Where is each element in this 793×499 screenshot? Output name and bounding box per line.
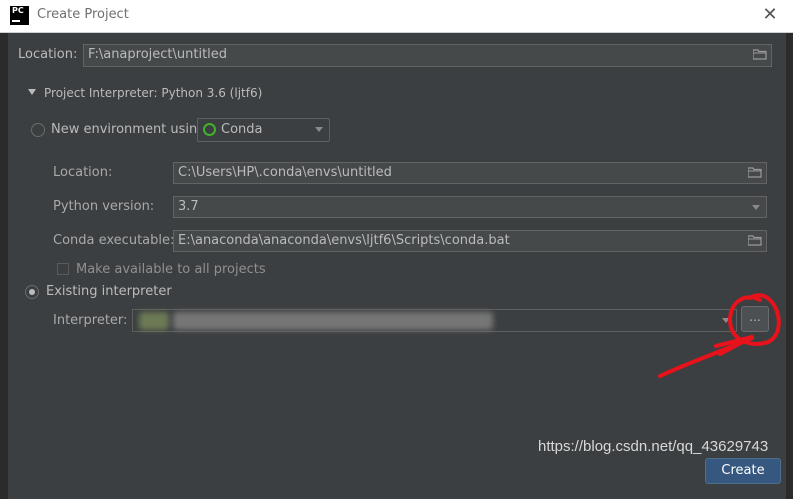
editor-glyph: [0, 313, 6, 319]
section-expand-icon[interactable]: [28, 89, 36, 95]
redacted-interpreter-icon: [139, 312, 169, 330]
conda-executable-field[interactable]: E:\anaconda\anaconda\envs\ljtf6\Scripts\…: [173, 230, 767, 252]
background-editor-strip: [0, 33, 8, 499]
conda-icon: [203, 123, 216, 136]
env-location-field[interactable]: C:\Users\HP\.conda\envs\untitled: [173, 162, 767, 184]
chevron-down-icon: [315, 127, 323, 132]
browse-interpreter-button[interactable]: ...: [741, 306, 769, 332]
folder-icon[interactable]: [748, 167, 762, 178]
existing-interpreter-label[interactable]: Existing interpreter: [46, 284, 172, 299]
new-environment-radio[interactable]: [31, 123, 45, 137]
interpreter-select[interactable]: [132, 309, 737, 332]
python-version-select[interactable]: 3.7: [173, 196, 767, 218]
folder-icon[interactable]: [748, 235, 762, 246]
redacted-interpreter-path: [173, 312, 493, 330]
environment-tool-select[interactable]: Conda: [197, 118, 330, 142]
folder-icon[interactable]: [753, 49, 767, 60]
editor-glyph: [0, 279, 6, 285]
location-value: F:\anaproject\untitled: [88, 47, 228, 62]
env-location-label: Location:: [53, 165, 113, 180]
environment-tool-value: Conda: [221, 122, 263, 137]
new-environment-label[interactable]: New environment using: [51, 122, 206, 137]
conda-executable-label: Conda executable:: [53, 233, 175, 248]
location-field[interactable]: F:\anaproject\untitled: [83, 44, 772, 67]
conda-executable-value: E:\anaconda\anaconda\envs\ljtf6\Scripts\…: [178, 233, 510, 248]
close-icon[interactable]: ✕: [760, 4, 780, 26]
title-bar: PC Create Project ✕: [0, 0, 793, 33]
watermark-text: https://blog.csdn.net/qq_43629743: [538, 438, 769, 455]
pycharm-logo-icon: PC: [10, 6, 29, 25]
interpreter-label: Interpreter:: [53, 313, 128, 328]
chevron-down-icon: [722, 318, 730, 323]
existing-interpreter-radio[interactable]: [25, 285, 39, 299]
window-title: Create Project: [37, 7, 129, 22]
interpreter-section-header[interactable]: Project Interpreter: Python 3.6 (ljtf6): [44, 86, 262, 100]
create-button[interactable]: Create: [705, 458, 781, 484]
chevron-down-icon: [752, 205, 760, 210]
make-available-label[interactable]: Make available to all projects: [76, 262, 266, 277]
create-project-dialog: Location: F:\anaproject\untitled Project…: [8, 33, 786, 499]
make-available-checkbox[interactable]: [57, 263, 69, 275]
env-location-value: C:\Users\HP\.conda\envs\untitled: [178, 165, 392, 180]
python-version-label: Python version:: [53, 199, 155, 214]
python-version-value: 3.7: [178, 199, 199, 214]
location-label: Location:: [18, 47, 78, 62]
